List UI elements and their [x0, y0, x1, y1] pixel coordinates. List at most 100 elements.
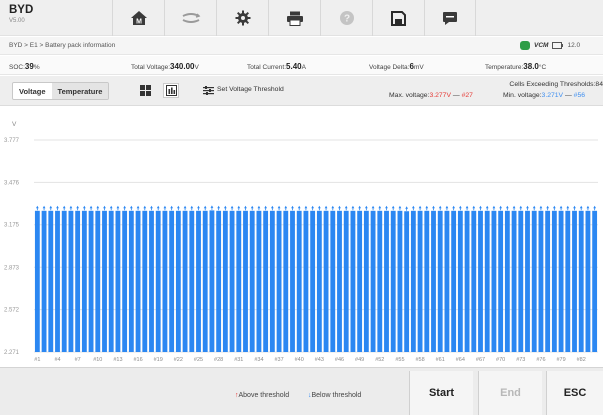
voltage-bar: [283, 210, 289, 352]
voltage-bar: [525, 210, 530, 352]
start-button[interactable]: Start: [409, 371, 473, 415]
tab-temperature[interactable]: Temperature: [51, 83, 109, 99]
above-threshold-marker: [479, 205, 482, 211]
voltage-bar: [55, 210, 60, 352]
voltage-bar: [122, 210, 128, 352]
voltage-bar: [48, 210, 54, 352]
help-button[interactable]: ?: [320, 0, 372, 36]
settings-button[interactable]: [216, 0, 268, 36]
above-threshold-marker: [217, 205, 221, 211]
voltage-bar: [518, 210, 524, 352]
x-tick-label: #34: [254, 357, 263, 363]
x-tick-label: #52: [375, 357, 384, 363]
y-tick-label: 2.873: [4, 265, 20, 271]
above-threshold-marker: [317, 205, 321, 211]
voltage-bar: [243, 210, 248, 352]
x-tick-label: #37: [274, 357, 283, 363]
above-threshold-marker: [364, 205, 368, 211]
above-threshold-marker: [519, 205, 523, 211]
total-current-stat: Total Current:5.40A: [247, 62, 306, 71]
chart-view-button[interactable]: [163, 83, 179, 98]
voltage-bar: [149, 210, 154, 352]
print-button[interactable]: [268, 0, 320, 36]
grid-view-button[interactable]: [137, 83, 153, 98]
gear-icon: [235, 10, 250, 26]
voltage-delta-stat: Voltage Delta:6mV: [369, 62, 424, 71]
voltage-bar: [95, 210, 101, 352]
above-threshold-marker: [432, 205, 435, 211]
above-threshold-label: Above threshold: [238, 392, 290, 399]
voltage-bar: [343, 210, 349, 352]
x-tick-label: #31: [234, 357, 243, 363]
x-tick-label: #10: [93, 357, 102, 363]
battery-voltage: 12.0: [567, 42, 581, 49]
control-bar: Voltage Temperature Set Voltage Threshol…: [0, 76, 603, 106]
above-threshold-marker: [143, 205, 147, 211]
soc-label: SOC:: [9, 64, 25, 71]
voltage-bar: [484, 210, 490, 352]
x-tick-label: #13: [113, 357, 122, 363]
voltage-bar: [81, 210, 87, 352]
above-threshold-marker: [156, 205, 160, 211]
max-voltage-value: 3.277V: [429, 92, 451, 99]
voltage-bar: [209, 210, 215, 352]
max-voltage-dash: —: [452, 92, 460, 99]
above-threshold-marker: [351, 205, 355, 211]
voltage-bar: [424, 210, 430, 352]
threshold-sliders-icon: [203, 86, 214, 95]
voltage-bar: [162, 210, 168, 352]
above-threshold-marker: [338, 205, 341, 211]
voltage-bar: [276, 210, 282, 352]
current-value: 5.40: [286, 62, 302, 71]
above-threshold-marker: [284, 205, 288, 211]
x-tick-label: #22: [174, 357, 183, 363]
vehicle-swap-button[interactable]: [164, 0, 216, 36]
vcm-connection-icon: [520, 41, 530, 50]
above-threshold-marker: [183, 205, 187, 211]
home-button[interactable]: M: [112, 0, 164, 36]
voltage-bar: [504, 210, 510, 352]
cells-exceeding-count: Cells Exceeding Thresholds:84: [509, 81, 603, 88]
above-threshold-marker: [573, 205, 576, 211]
set-voltage-threshold-button[interactable]: Set Voltage Threshold: [217, 86, 284, 93]
delta-unit: mV: [413, 64, 424, 71]
vcm-label: VCM: [534, 42, 549, 49]
esc-button[interactable]: ESC: [546, 371, 603, 415]
current-unit: A: [301, 64, 306, 71]
above-threshold-marker: [190, 205, 194, 211]
above-threshold-marker: [398, 205, 402, 211]
x-tick-label: #16: [133, 357, 142, 363]
above-threshold-marker: [311, 205, 315, 211]
above-threshold-marker: [250, 205, 254, 211]
above-threshold-marker: [546, 205, 550, 211]
above-threshold-legend: ↑Above threshold: [235, 392, 289, 399]
above-threshold-marker: [291, 205, 294, 211]
temp-value: 38.0: [523, 62, 539, 71]
top-toolbar: BYD V5.00 M ?: [0, 0, 603, 36]
y-tick-label: 2.271: [4, 350, 20, 356]
grid-view-icon: [139, 85, 151, 96]
message-button[interactable]: [424, 0, 476, 36]
above-threshold-marker: [344, 205, 348, 211]
save-icon: [391, 10, 406, 26]
voltage-bar: [350, 210, 356, 352]
voltage-bar: [142, 210, 148, 352]
voltage-bar: [155, 210, 161, 352]
soc-stat: SOC:39%: [9, 62, 40, 71]
voltage-bar: [370, 210, 376, 352]
x-tick-label: #43: [315, 357, 324, 363]
breadcrumb-bar: BYD > E1 > Battery pack information VCM …: [0, 37, 603, 55]
voltage-bar: [102, 210, 107, 352]
voltage-bar: [263, 210, 269, 352]
min-voltage-dash: —: [564, 92, 572, 99]
above-threshold-marker: [566, 205, 570, 211]
above-threshold-marker: [472, 205, 476, 211]
save-button[interactable]: [372, 0, 424, 36]
tab-voltage[interactable]: Voltage: [13, 83, 52, 99]
max-voltage-label: Max. voltage:: [389, 92, 430, 99]
voltage-bar: [437, 210, 443, 352]
end-button[interactable]: End: [478, 371, 542, 415]
above-threshold-marker: [257, 205, 261, 211]
voltage-bar: [337, 210, 342, 352]
max-voltage: Max. voltage:3.277V — #27: [389, 92, 473, 99]
